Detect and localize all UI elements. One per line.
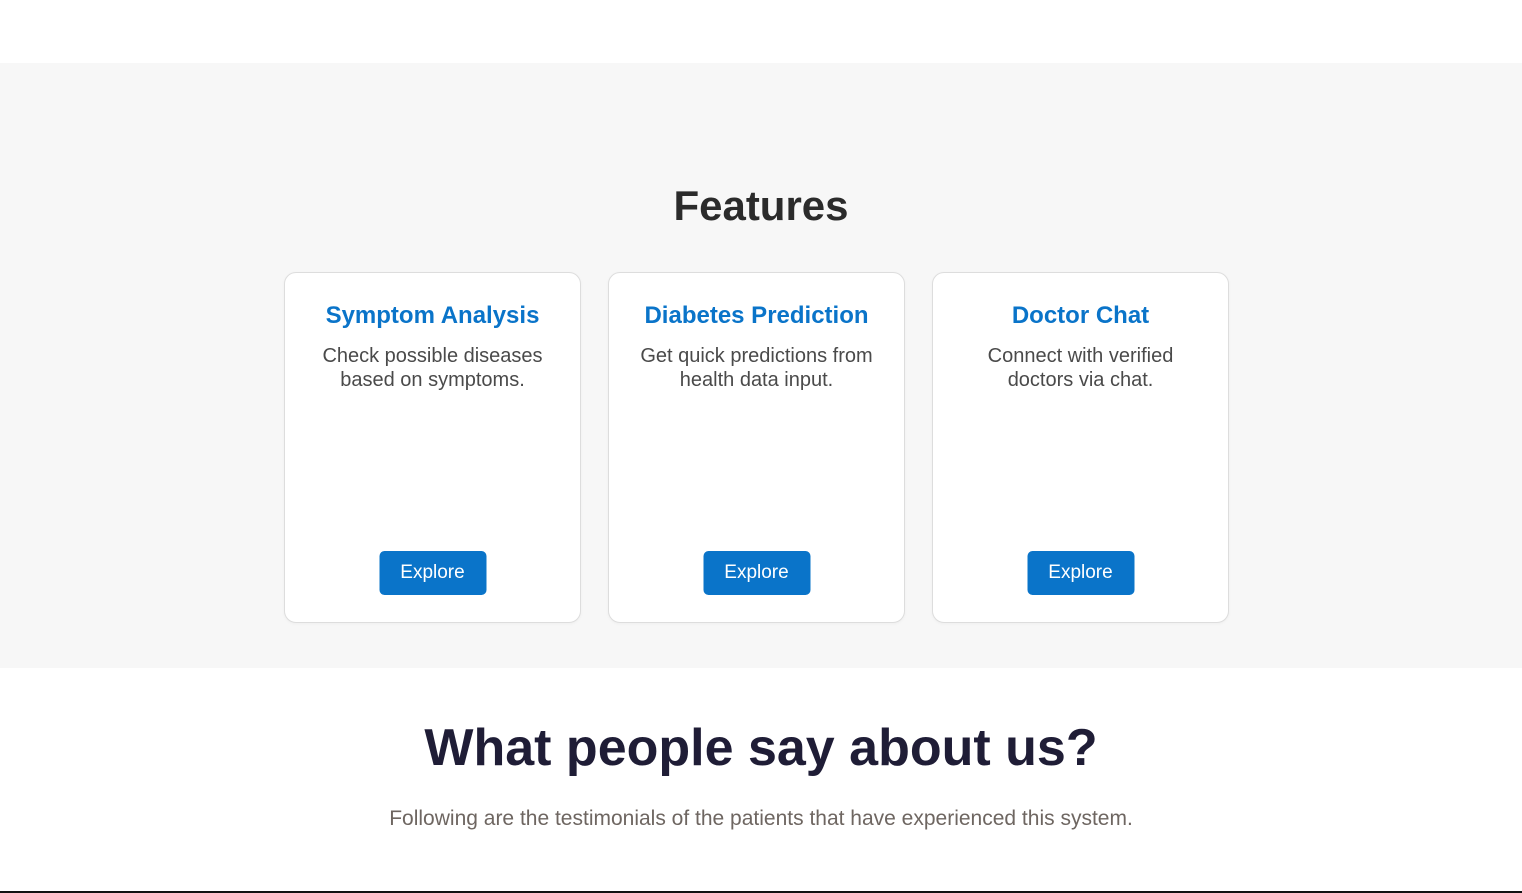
- card-title: Diabetes Prediction: [644, 302, 869, 329]
- features-section: Features Symptom Analysis Check possible…: [0, 63, 1522, 668]
- testimonials-subtitle: Following are the testimonials of the pa…: [389, 807, 1133, 830]
- card-description: Connect with verified doctors via chat.: [987, 345, 1174, 391]
- feature-card-symptom-analysis: Symptom Analysis Check possible diseases…: [284, 272, 581, 623]
- explore-symptom-analysis-button[interactable]: Explore: [379, 551, 486, 595]
- card-description: Get quick predictions from health data i…: [640, 345, 873, 391]
- card-title: Symptom Analysis: [325, 302, 540, 329]
- card-description: Check possible diseases based on symptom…: [322, 345, 543, 391]
- top-spacer: [0, 0, 1522, 63]
- explore-doctor-chat-button[interactable]: Explore: [1027, 551, 1134, 595]
- testimonials-title: What people say about us?: [424, 719, 1098, 777]
- testimonials-section: What people say about us? Following are …: [0, 668, 1522, 893]
- feature-card-diabetes-prediction: Diabetes Prediction Get quick prediction…: [608, 272, 905, 623]
- card-title: Doctor Chat: [1011, 302, 1150, 329]
- feature-card-doctor-chat: Doctor Chat Connect with verified doctor…: [932, 272, 1229, 623]
- explore-diabetes-prediction-button[interactable]: Explore: [703, 551, 810, 595]
- feature-cards: Symptom Analysis Check possible diseases…: [284, 272, 1229, 623]
- features-title: Features: [673, 182, 849, 229]
